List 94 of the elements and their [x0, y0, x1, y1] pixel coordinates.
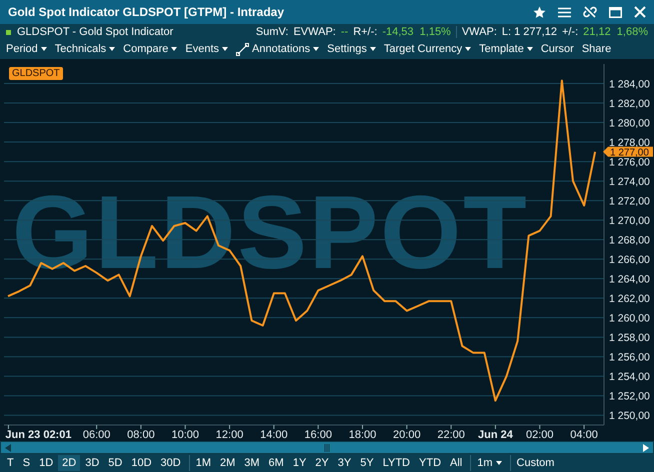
x-axis-label: 10:00: [171, 429, 199, 441]
range-button[interactable]: 3D: [81, 455, 104, 471]
y-axis-label: 1 266,00: [609, 254, 650, 266]
legend-tag: GLDSPOT: [9, 67, 63, 80]
menu-item[interactable]: Cursor: [538, 42, 577, 56]
x-axis-label: 16:00: [304, 429, 332, 441]
x-axis-label: 14:00: [260, 429, 288, 441]
range-button[interactable]: 30D: [156, 455, 185, 471]
range-button[interactable]: 3M: [240, 455, 264, 471]
stat-label: R+/-:: [353, 26, 378, 38]
range-button[interactable]: 6M: [264, 455, 288, 471]
broken-link-icon[interactable]: [583, 5, 597, 19]
menu-dropdown[interactable]: Events: [182, 42, 232, 56]
instrument-name: GLDSPOT - Gold Spot Indicator: [17, 26, 174, 38]
y-axis-label: 1 250,00: [609, 410, 650, 422]
line-tool-icon: [236, 42, 250, 56]
y-axis-label: 1 268,00: [609, 234, 650, 247]
caret-icon: [171, 47, 178, 51]
menu-dropdown[interactable]: Technicals: [52, 42, 118, 56]
range-button[interactable]: All: [446, 455, 466, 471]
caret-icon: [40, 47, 47, 51]
y-axis-label: 1 274,00: [609, 176, 650, 188]
menu-icon[interactable]: [558, 6, 571, 18]
stat-label: EVWAP:: [293, 26, 336, 38]
x-axis-label: 22:00: [437, 429, 465, 441]
last-price-tag: 1 277,00: [603, 146, 653, 158]
close-icon[interactable]: [634, 6, 646, 18]
range-button[interactable]: 1M: [188, 455, 215, 471]
scroll-left-icon[interactable]: [5, 444, 11, 452]
x-axis-label: Jun 23 02:01: [5, 429, 72, 441]
y-axis-label: 1 284,00: [609, 78, 650, 91]
menu-dropdown[interactable]: Settings: [324, 42, 379, 56]
y-axis-label: 1 272,00: [609, 196, 650, 208]
caret-icon: [222, 47, 228, 51]
range-button[interactable]: 1Y: [288, 455, 310, 471]
range-button[interactable]: 2D: [58, 455, 80, 471]
x-axis-label: 20:00: [393, 429, 421, 441]
stat-label: VWAP:: [456, 26, 497, 38]
x-axis-label: 18:00: [348, 429, 376, 441]
x-axis-label: 02:00: [526, 429, 554, 441]
range-button[interactable]: T: [3, 455, 18, 471]
caret-icon: [526, 47, 533, 51]
range-button[interactable]: 10D: [127, 455, 156, 471]
y-axis-label: 1 258,00: [609, 332, 650, 344]
stat-value: --: [340, 26, 348, 38]
x-axis-label: 04:00: [570, 429, 598, 441]
y-axis-label: 1 282,00: [609, 98, 650, 110]
maximize-icon[interactable]: [609, 6, 622, 18]
range-button[interactable]: 5D: [104, 455, 126, 471]
y-axis-label: 1 262,00: [609, 293, 650, 306]
x-axis-label: 08:00: [127, 429, 155, 441]
star-icon[interactable]: [533, 6, 546, 18]
range-button[interactable]: S: [18, 455, 34, 471]
caret-icon: [313, 47, 320, 51]
y-axis-label: 1 254,00: [609, 371, 650, 384]
caret-icon: [465, 47, 472, 51]
range-button[interactable]: Custom: [510, 455, 558, 471]
range-button[interactable]: 3Y: [334, 455, 356, 471]
window-title: Gold Spot Indicator GLDSPOT [GTPM] - Intraday: [8, 5, 284, 19]
menu-dropdown[interactable]: Annotations: [233, 42, 322, 56]
menu-item[interactable]: Share: [578, 42, 614, 56]
menu-dropdown[interactable]: Period: [3, 42, 50, 56]
stat-value: -14,53 1,15%: [382, 26, 451, 38]
y-axis-label: 1 276,00: [609, 156, 650, 169]
caret-icon: [109, 47, 116, 51]
y-axis-label: 1 264,00: [609, 274, 650, 286]
x-axis-label: 12:00: [216, 429, 244, 441]
range-button[interactable]: 2Y: [311, 455, 333, 471]
x-axis-label: 06:00: [82, 429, 110, 441]
y-axis-label: 1 270,00: [609, 215, 650, 228]
range-button[interactable]: LYTD: [378, 455, 414, 471]
stat-value: 21,12 1,68%: [583, 26, 648, 38]
stat-label: SumV:: [256, 26, 288, 38]
y-axis-label: 1 252,00: [609, 390, 650, 403]
caret-icon: [370, 47, 376, 51]
menu-dropdown[interactable]: Target Currency: [380, 42, 474, 56]
range-button[interactable]: 2M: [216, 455, 240, 471]
stat-label: L: 1 277,12: [502, 26, 557, 38]
y-axis-label: 1 256,00: [609, 352, 650, 364]
stat-label: +/-:: [562, 26, 578, 38]
interval-dropdown[interactable]: 1m: [470, 455, 506, 471]
range-button[interactable]: YTD: [415, 455, 446, 471]
y-axis-label: 1 260,00: [609, 312, 650, 325]
menu-dropdown[interactable]: Template: [476, 42, 536, 56]
x-axis-label: Jun 24: [478, 429, 513, 441]
scroll-right-icon[interactable]: [643, 444, 649, 452]
horizontal-scrollbar[interactable]: [0, 441, 654, 454]
y-axis-label: 1 278,00: [609, 137, 650, 150]
range-button[interactable]: 5Y: [356, 455, 378, 471]
caret-icon: [496, 461, 502, 465]
scroll-grip-icon[interactable]: [324, 444, 330, 452]
y-axis-label: 1 280,00: [609, 118, 650, 130]
menu-dropdown[interactable]: Compare: [120, 42, 180, 56]
range-button[interactable]: 1D: [35, 455, 58, 471]
